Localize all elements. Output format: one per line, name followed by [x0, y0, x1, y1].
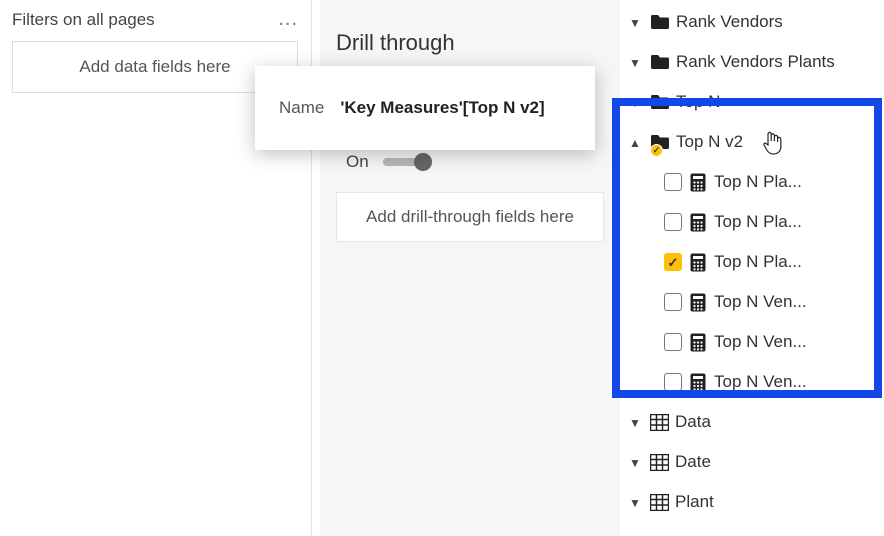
field-label: Plant — [675, 492, 714, 512]
field-folder[interactable]: Data — [620, 402, 884, 442]
drillthrough-title: Drill through — [336, 30, 604, 56]
field-checkbox[interactable] — [664, 253, 682, 271]
table-icon — [650, 454, 669, 471]
field-label: Top N Ven... — [714, 332, 807, 352]
tooltip-value: 'Key Measures'[Top N v2] — [340, 98, 544, 118]
filters-more-icon[interactable]: ... — [278, 8, 298, 31]
folder-icon — [650, 54, 670, 70]
chevron-down-icon[interactable] — [626, 494, 644, 510]
field-folder[interactable]: Top N v2 — [620, 122, 884, 162]
field-item[interactable]: Top N Ven... — [620, 362, 884, 402]
chevron-down-icon[interactable] — [626, 14, 644, 30]
field-checkbox[interactable] — [664, 293, 682, 311]
chevron-down-icon[interactable] — [626, 414, 644, 430]
measure-icon — [690, 293, 706, 312]
chevron-down-icon[interactable] — [626, 454, 644, 470]
selected-badge-icon — [650, 144, 663, 157]
measure-icon — [690, 173, 706, 192]
field-label: Rank Vendors — [676, 12, 783, 32]
field-folder[interactable]: Top N — [620, 82, 884, 122]
filters-title: Filters on all pages — [12, 10, 155, 30]
folder-icon — [650, 94, 670, 110]
field-tooltip: Name 'Key Measures'[Top N v2] — [255, 66, 595, 150]
field-checkbox[interactable] — [664, 373, 682, 391]
field-checkbox[interactable] — [664, 173, 682, 191]
field-item[interactable]: Top N Pla... — [620, 242, 884, 282]
field-label: Date — [675, 452, 711, 472]
toggle-knob-icon — [414, 153, 432, 171]
field-label: Top N Ven... — [714, 372, 807, 392]
measure-icon — [690, 253, 706, 272]
keep-all-filters-value: On — [346, 152, 369, 172]
chevron-down-icon[interactable] — [626, 94, 644, 110]
field-label: Top N — [676, 92, 720, 112]
field-checkbox[interactable] — [664, 213, 682, 231]
measure-icon — [690, 213, 706, 232]
field-folder[interactable]: Date — [620, 442, 884, 482]
field-label: Top N Pla... — [714, 172, 802, 192]
field-item[interactable]: Top N Pla... — [620, 202, 884, 242]
field-folder[interactable]: Rank Vendors Plants — [620, 42, 884, 82]
field-label: Data — [675, 412, 711, 432]
field-label: Top N Pla... — [714, 252, 802, 272]
table-icon — [650, 414, 669, 431]
field-label: Top N v2 — [676, 132, 743, 152]
chevron-down-icon[interactable] — [626, 54, 644, 70]
field-item[interactable]: Top N Ven... — [620, 322, 884, 362]
measure-icon — [690, 373, 706, 392]
table-icon — [650, 494, 669, 511]
field-folder[interactable]: Plant — [620, 482, 884, 522]
measure-icon — [690, 333, 706, 352]
chevron-up-icon[interactable] — [626, 134, 644, 150]
field-label: Top N Ven... — [714, 292, 807, 312]
tooltip-label: Name — [279, 98, 324, 118]
field-folder[interactable]: Rank Vendors — [620, 2, 884, 42]
field-checkbox[interactable] — [664, 333, 682, 351]
keep-all-filters-toggle[interactable] — [383, 158, 431, 166]
field-label: Top N Pla... — [714, 212, 802, 232]
field-item[interactable]: Top N Pla... — [620, 162, 884, 202]
field-label: Rank Vendors Plants — [676, 52, 835, 72]
folder-icon — [650, 14, 670, 30]
field-item[interactable]: Top N Ven... — [620, 282, 884, 322]
drillthrough-dropzone[interactable]: Add drill-through fields here — [336, 192, 604, 242]
